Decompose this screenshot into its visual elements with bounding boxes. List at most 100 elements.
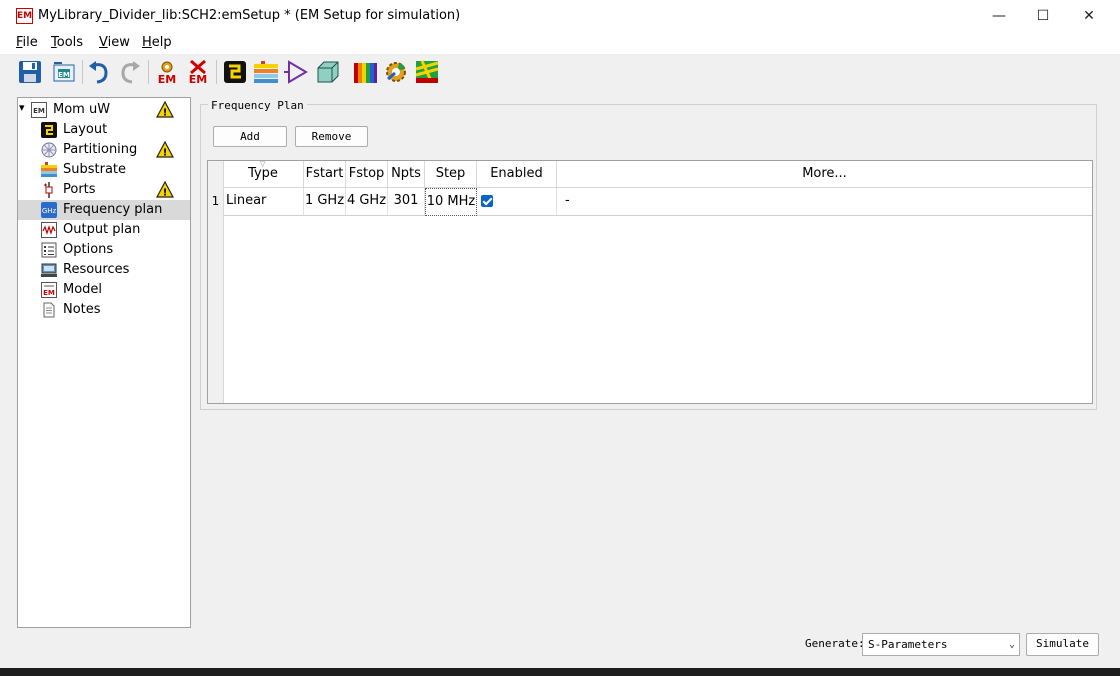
- maximize-button[interactable]: ☐: [1020, 0, 1066, 32]
- resources-icon: [41, 262, 57, 278]
- cell-more[interactable]: -: [557, 188, 1092, 216]
- column-header-label: Npts: [391, 166, 421, 181]
- svg-text:EM: EM: [33, 107, 45, 115]
- column-header-more[interactable]: More...: [557, 161, 1092, 188]
- notes-icon: [41, 302, 57, 318]
- column-header-step[interactable]: Step: [425, 161, 477, 188]
- tree-item-label: Options: [63, 242, 114, 257]
- cell-fstop[interactable]: 4 GHz: [346, 188, 388, 216]
- toolbar: EM EM EM: [0, 54, 1120, 90]
- tree-item-frequency-plan[interactable]: GHz Frequency plan: [18, 200, 190, 220]
- model-icon: EM: [41, 282, 57, 298]
- column-header-fstart[interactable]: Fstart: [304, 161, 346, 188]
- redo-icon[interactable]: [117, 59, 143, 85]
- chevron-down-icon: ⌄: [1008, 639, 1015, 650]
- ports-icon[interactable]: [284, 59, 310, 85]
- expand-toggle-icon[interactable]: ▾: [19, 101, 25, 114]
- sort-indicator-icon: ▽: [260, 160, 266, 168]
- svg-text:GHz: GHz: [42, 207, 57, 215]
- options-icon: [41, 242, 57, 258]
- svg-text:EM: EM: [158, 73, 176, 85]
- menu-file[interactable]: File: [16, 35, 38, 50]
- svg-text:EM: EM: [43, 289, 55, 297]
- menu-view[interactable]: View: [99, 35, 130, 50]
- tree-item-label: Resources: [63, 262, 130, 277]
- save-icon[interactable]: [17, 59, 43, 85]
- output-plan-icon: [41, 222, 57, 238]
- tree-item-ports[interactable]: Ports !: [18, 180, 190, 200]
- cell-step[interactable]: 10 MHz: [425, 188, 477, 216]
- undo-icon[interactable]: [86, 59, 112, 85]
- window-title: MyLibrary_Divider_lib:SCH2:emSetup * (EM…: [38, 8, 461, 23]
- toolbar-separator: [216, 60, 217, 84]
- tree-item-options[interactable]: Options: [18, 240, 190, 260]
- em-settings-icon[interactable]: EM: [154, 59, 180, 86]
- layout-icon[interactable]: [222, 59, 248, 85]
- generate-value: S-Parameters: [868, 638, 948, 651]
- column-header-type[interactable]: ▽ Type: [223, 160, 304, 188]
- partitioning-icon: [41, 142, 57, 158]
- ports-icon: [41, 182, 57, 198]
- cell-fstart[interactable]: 1 GHz: [304, 188, 346, 216]
- minimize-button[interactable]: —: [976, 0, 1022, 32]
- ghz-icon: GHz: [41, 202, 57, 218]
- svg-text:!: !: [163, 108, 168, 119]
- cell-enabled[interactable]: [477, 188, 557, 216]
- column-header-label: Fstop: [348, 166, 385, 181]
- toolbar-separator: [82, 60, 83, 84]
- tree-root-label: Mom uW: [53, 102, 111, 117]
- substrate-icon[interactable]: [253, 59, 279, 85]
- menu-help[interactable]: Help: [142, 35, 172, 50]
- tree-item-partitioning[interactable]: Partitioning !: [18, 140, 190, 160]
- svg-text:EM: EM: [189, 73, 207, 85]
- remove-button[interactable]: Remove: [295, 126, 368, 147]
- add-button[interactable]: Add: [213, 126, 287, 147]
- tree-item-output-plan[interactable]: Output plan: [18, 220, 190, 240]
- visualize-icon[interactable]: [414, 59, 440, 85]
- em-icon: EM: [31, 102, 47, 118]
- tree-item-resources[interactable]: Resources: [18, 260, 190, 280]
- tree-item-label: Substrate: [63, 162, 127, 177]
- setup-tree: ▾ EM Mom uW ! Layout Partitioning ! Subs…: [17, 97, 191, 628]
- column-header-label: Step: [435, 166, 466, 181]
- simulate-gear-icon[interactable]: [383, 59, 409, 85]
- frequency-plan-title: Frequency Plan: [208, 99, 307, 112]
- tree-item-label: Frequency plan: [63, 202, 163, 217]
- tree-item-layout[interactable]: Layout: [18, 120, 190, 140]
- toolbar-separator: [148, 60, 149, 84]
- box-3d-icon[interactable]: [315, 59, 341, 85]
- tree-item-label: Partitioning: [63, 142, 138, 157]
- menu-tools[interactable]: Tools: [51, 35, 83, 50]
- export-em-icon[interactable]: EM: [50, 59, 76, 85]
- substrate-icon: [41, 162, 57, 178]
- column-header-enabled[interactable]: Enabled: [477, 161, 557, 188]
- title-bar: EM MyLibrary_Divider_lib:SCH2:emSetup * …: [0, 0, 1120, 32]
- cell-type[interactable]: Linear: [223, 188, 304, 216]
- layout-icon: [41, 122, 57, 138]
- tree-item-label: Model: [63, 282, 103, 297]
- column-header-label: Enabled: [490, 166, 543, 181]
- tree-item-label: Ports: [63, 182, 96, 197]
- row-number: 1: [211, 194, 220, 208]
- column-header-label: More...: [802, 166, 847, 181]
- cell-npts[interactable]: 301: [388, 188, 425, 216]
- column-header-npts[interactable]: Npts: [388, 161, 425, 188]
- warning-icon: !: [156, 100, 174, 119]
- frequency-plan-table: ▽ Type Fstart Fstop Npts Step Enabled Mo…: [207, 160, 1093, 404]
- tree-item-substrate[interactable]: Substrate: [18, 160, 190, 180]
- generate-select[interactable]: S-Parameters ⌄: [862, 633, 1020, 656]
- column-header-fstop[interactable]: Fstop: [346, 161, 388, 188]
- close-button[interactable]: ✕: [1066, 0, 1112, 32]
- spectrum-icon[interactable]: [352, 59, 378, 85]
- warning-icon: !: [156, 180, 174, 199]
- enabled-checkbox[interactable]: [481, 195, 493, 207]
- tree-item-notes[interactable]: Notes: [18, 300, 190, 320]
- simulate-button[interactable]: Simulate: [1026, 633, 1099, 656]
- em-app-icon: EM: [16, 8, 33, 24]
- em-setup-window: EM MyLibrary_Divider_lib:SCH2:emSetup * …: [0, 0, 1120, 668]
- warning-icon: !: [156, 140, 174, 159]
- menu-bar: File Tools View Help: [0, 32, 1120, 54]
- tree-item-model[interactable]: EM Model: [18, 280, 190, 300]
- em-delete-icon[interactable]: EM: [185, 59, 211, 86]
- tree-root-mom-uw[interactable]: ▾ EM Mom uW !: [18, 100, 190, 120]
